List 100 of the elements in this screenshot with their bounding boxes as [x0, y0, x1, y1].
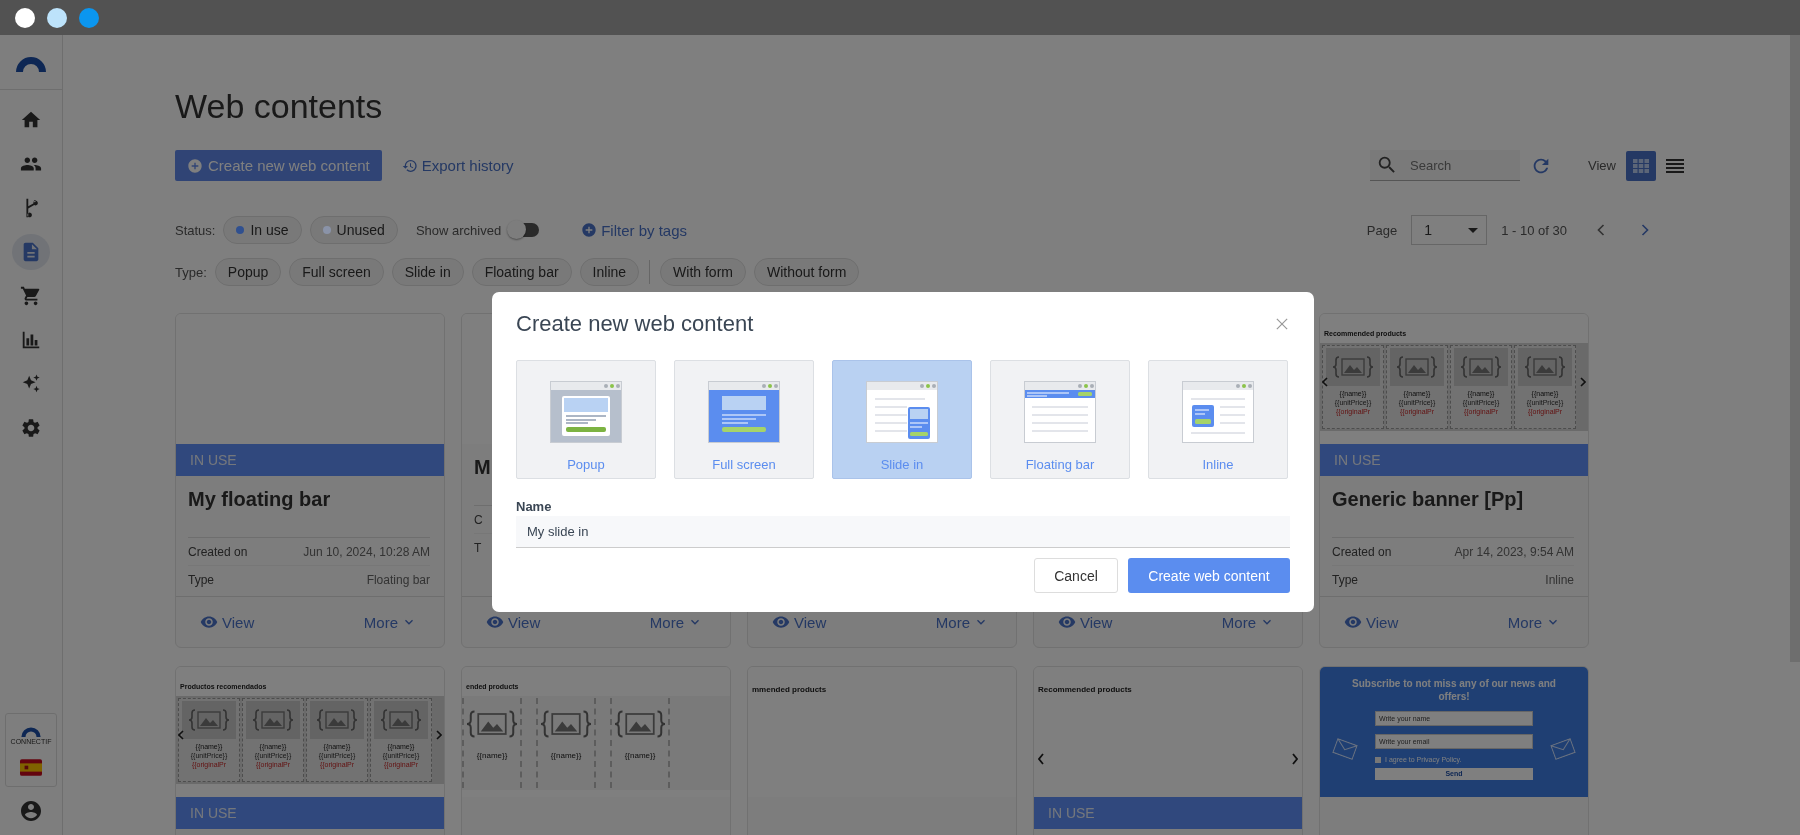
preview-heading: Recommended products [1037, 684, 1133, 696]
full-screen-layout-drawing [708, 381, 780, 443]
image-placeholder-icon [1525, 355, 1565, 379]
user-avatar-icon[interactable] [19, 799, 43, 823]
page-select[interactable]: 1 [1411, 215, 1488, 245]
view-button[interactable]: View [772, 613, 827, 631]
carousel-previous-icon[interactable] [1322, 377, 1328, 387]
filter-by-tags-link[interactable]: Filter by tags [581, 221, 688, 239]
preview-heading: mmended products [751, 684, 828, 696]
search-field[interactable]: Search [1370, 150, 1521, 181]
form-chip[interactable]: With form [660, 258, 746, 286]
cancel-button[interactable]: Cancel [1034, 558, 1118, 593]
type-chip[interactable]: Popup [214, 258, 282, 286]
content-card[interactable]: Recommended products IN USE [1033, 666, 1303, 835]
scrollbar[interactable] [1790, 35, 1800, 662]
window-button[interactable] [47, 7, 67, 28]
layout-option[interactable]: Inline [1148, 360, 1288, 479]
image-placeholder-icon [253, 708, 293, 732]
detail-label: Type [1332, 572, 1358, 587]
card-title: Generic banner [Pp] [1332, 488, 1524, 510]
dialog-title: Create new web content [516, 311, 754, 337]
carousel-next-icon[interactable] [1580, 377, 1586, 387]
card-title: My floating bar [188, 488, 331, 510]
subscribe-heading: Subscribe to not miss any of our news and offers! [1351, 677, 1557, 703]
carousel-next-icon[interactable] [436, 730, 442, 740]
checkbox[interactable] [1375, 756, 1381, 763]
bar-chart-icon [20, 329, 42, 351]
window-button[interactable] [15, 7, 35, 28]
status-banner: IN USE [176, 797, 444, 829]
layout-option[interactable]: Floating bar [990, 360, 1130, 479]
content-card[interactable]: mmended products [747, 666, 1017, 835]
eye-icon [200, 613, 218, 631]
product-name: {{name}} [550, 751, 582, 760]
eye-icon [486, 613, 504, 631]
status-chip[interactable]: Unused [309, 216, 398, 244]
flag-icon[interactable] [20, 759, 42, 776]
status-banner: IN USE [1034, 797, 1302, 829]
type-chip[interactable]: Slide in [391, 258, 464, 286]
layout-option[interactable]: Full screen [674, 360, 814, 479]
add-icon [187, 157, 203, 174]
nav-item[interactable] [12, 234, 50, 270]
page-label: Page [1366, 222, 1398, 238]
carousel-previous-icon[interactable] [1038, 753, 1044, 765]
caret-icon [1468, 227, 1479, 233]
floating-bar-layout-drawing [1024, 381, 1096, 443]
export-history-link[interactable]: Export history [401, 157, 514, 174]
card-title: M [474, 456, 491, 478]
image-placeholder-icon [381, 708, 421, 732]
detail-label: T [474, 540, 482, 555]
detail-value: Floating bar [366, 572, 430, 587]
detail-value: Jun 10, 2024, 10:28 AM [303, 544, 430, 559]
status-label: Status: [175, 222, 216, 238]
close-icon[interactable] [1276, 318, 1288, 330]
create-web-content-button[interactable]: Create web content [1128, 558, 1290, 593]
list-icon [1666, 156, 1684, 175]
detail-label: Type [188, 572, 214, 587]
create-button[interactable]: Create new web content [175, 150, 382, 181]
more-button[interactable]: More [363, 613, 416, 631]
product-name: {{name}} [624, 751, 656, 760]
name-field[interactable]: My slide in [516, 516, 1290, 548]
logo-icon[interactable] [15, 54, 47, 72]
status-chip[interactable]: In use [223, 216, 302, 244]
form-chip[interactable]: Without form [753, 258, 860, 286]
history-icon [401, 157, 418, 174]
view-button[interactable]: View [1058, 613, 1113, 631]
carousel-next-icon[interactable] [1292, 753, 1298, 765]
more-button[interactable]: More [649, 613, 702, 631]
slide-in-layout-drawing [866, 381, 938, 443]
view-button[interactable]: View [486, 613, 541, 631]
image-placeholder-icon [1333, 355, 1373, 379]
type-label: Type: [175, 264, 207, 280]
image-placeholder-icon [189, 708, 229, 732]
carousel-previous-icon[interactable] [178, 730, 184, 740]
toggle-switch[interactable] [509, 223, 540, 237]
show-archived-label: Show archived [415, 222, 502, 238]
layout-option[interactable]: Popup [516, 360, 656, 479]
detail-value: Apr 14, 2023, 9:54 AM [1454, 544, 1574, 559]
status-banner: IN USE [176, 444, 444, 476]
product-name: {{name}} [476, 751, 508, 760]
type-chip[interactable]: Floating bar [471, 258, 572, 286]
inline-layout-drawing [1182, 381, 1254, 443]
view-button[interactable]: View [200, 613, 255, 631]
more-button[interactable]: More [935, 613, 988, 631]
type-chip[interactable]: Inline [579, 258, 640, 286]
popup-layout-drawing [550, 381, 622, 443]
page-title: Web contents [175, 86, 384, 127]
image-placeholder-icon [541, 709, 591, 739]
detail-value: Inline [1545, 572, 1574, 587]
grid-view-button[interactable] [1626, 150, 1656, 181]
layout-option[interactable]: Slide in [832, 360, 972, 479]
view-button[interactable]: View [1344, 613, 1399, 631]
more-button[interactable]: More [1221, 613, 1274, 631]
content-card[interactable] [1319, 313, 1589, 648]
detail-label: Created on [188, 544, 248, 559]
settings-icon [20, 417, 42, 439]
cart-icon [20, 285, 42, 307]
type-chip[interactable]: Full screen [289, 258, 384, 286]
content-card[interactable]: IN USE My floating bar Created on Jun 10, 2024, 10:28 AM Type Floating bar View More [175, 313, 445, 648]
more-button[interactable]: More [1507, 613, 1560, 631]
image-placeholder-icon [615, 709, 665, 739]
